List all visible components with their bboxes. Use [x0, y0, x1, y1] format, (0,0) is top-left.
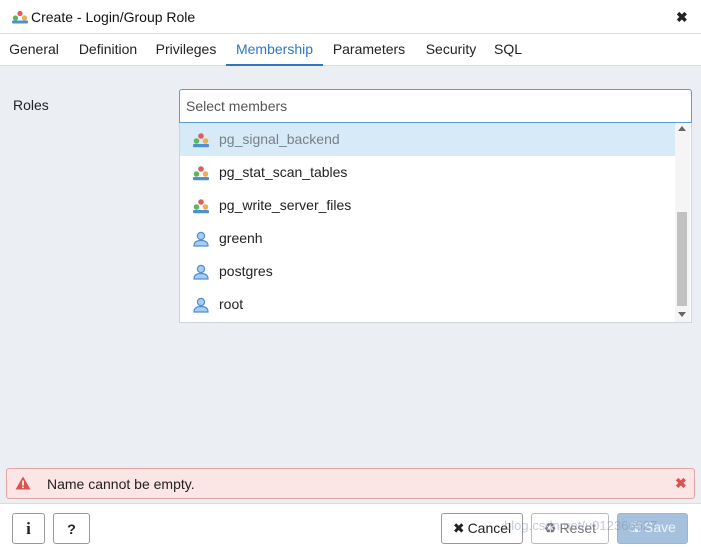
- tab-privileges[interactable]: Privileges: [151, 34, 221, 66]
- dropdown-scrollbar[interactable]: [675, 124, 690, 322]
- scroll-up-arrow-icon[interactable]: [678, 126, 686, 131]
- user-role-icon: [193, 264, 209, 280]
- reset-button-label: Reset: [559, 520, 597, 536]
- tab-parameters[interactable]: Parameters: [329, 34, 409, 66]
- warning-icon: [15, 476, 31, 490]
- dialog-titlebar: Create - Login/Group Role ✖: [0, 0, 701, 34]
- error-message-bar: Name cannot be empty. ✖: [6, 468, 695, 499]
- dropdown-option-label: root: [219, 296, 244, 312]
- tab-sql[interactable]: SQL: [490, 34, 526, 66]
- floppy-disk-icon: 🖫: [629, 518, 641, 535]
- dropdown-option-label: pg_signal_backend: [219, 131, 340, 147]
- dropdown-option-label: postgres: [219, 263, 273, 279]
- tab-security[interactable]: Security: [420, 34, 482, 66]
- reset-button[interactable]: ♻ Reset: [531, 513, 609, 544]
- dialog-title: Create - Login/Group Role: [31, 9, 196, 25]
- close-icon[interactable]: ✖: [676, 9, 688, 26]
- close-icon: ✖: [452, 520, 465, 536]
- group-role-icon: [193, 133, 209, 148]
- select-members-input[interactable]: [179, 89, 692, 123]
- user-role-icon: [193, 297, 209, 313]
- help-button[interactable]: ?: [53, 513, 90, 544]
- dropdown-option[interactable]: root: [180, 288, 676, 321]
- cancel-button[interactable]: ✖ Cancel: [441, 513, 523, 544]
- dropdown-option[interactable]: pg_write_server_files: [180, 189, 676, 222]
- scroll-down-arrow-icon[interactable]: [678, 312, 686, 317]
- membership-panel: Roles pg_signal_backend pg_stat_scan_tab…: [0, 66, 701, 503]
- tab-membership[interactable]: Membership: [226, 34, 323, 66]
- scrollbar-thumb[interactable]: [677, 212, 687, 306]
- tab-general[interactable]: General: [4, 34, 64, 66]
- info-button[interactable]: i: [12, 513, 45, 544]
- dropdown-option[interactable]: greenh: [180, 222, 676, 255]
- dropdown-option[interactable]: pg_signal_backend: [180, 123, 676, 156]
- dropdown-option-label: pg_write_server_files: [219, 197, 352, 213]
- error-message: Name cannot be empty.: [47, 476, 195, 492]
- group-role-icon: [193, 199, 209, 214]
- save-button[interactable]: 🖫 Save: [617, 513, 688, 544]
- save-button-label: Save: [644, 518, 676, 535]
- group-role-icon: [193, 166, 209, 181]
- cancel-button-label: Cancel: [467, 520, 512, 536]
- roles-dropdown: pg_signal_backend pg_stat_scan_tables pg…: [179, 123, 692, 323]
- dialog-footer: i ? ✖ Cancel ♻ Reset 🖫 Save blog.csdn.net/u…: [0, 503, 701, 547]
- user-role-icon: [193, 231, 209, 247]
- dropdown-option[interactable]: pg_stat_scan_tables: [180, 156, 676, 189]
- tab-bar: General Definition Privileges Membership…: [0, 34, 701, 66]
- dropdown-option[interactable]: postgres: [180, 255, 676, 288]
- group-role-icon: [12, 10, 28, 24]
- close-icon[interactable]: ✖: [675, 475, 687, 492]
- dropdown-option-label: greenh: [219, 230, 263, 246]
- dropdown-option-label: pg_stat_scan_tables: [219, 164, 348, 180]
- recycle-icon: ♻: [543, 520, 557, 536]
- tab-definition[interactable]: Definition: [72, 34, 144, 66]
- roles-label: Roles: [13, 97, 49, 113]
